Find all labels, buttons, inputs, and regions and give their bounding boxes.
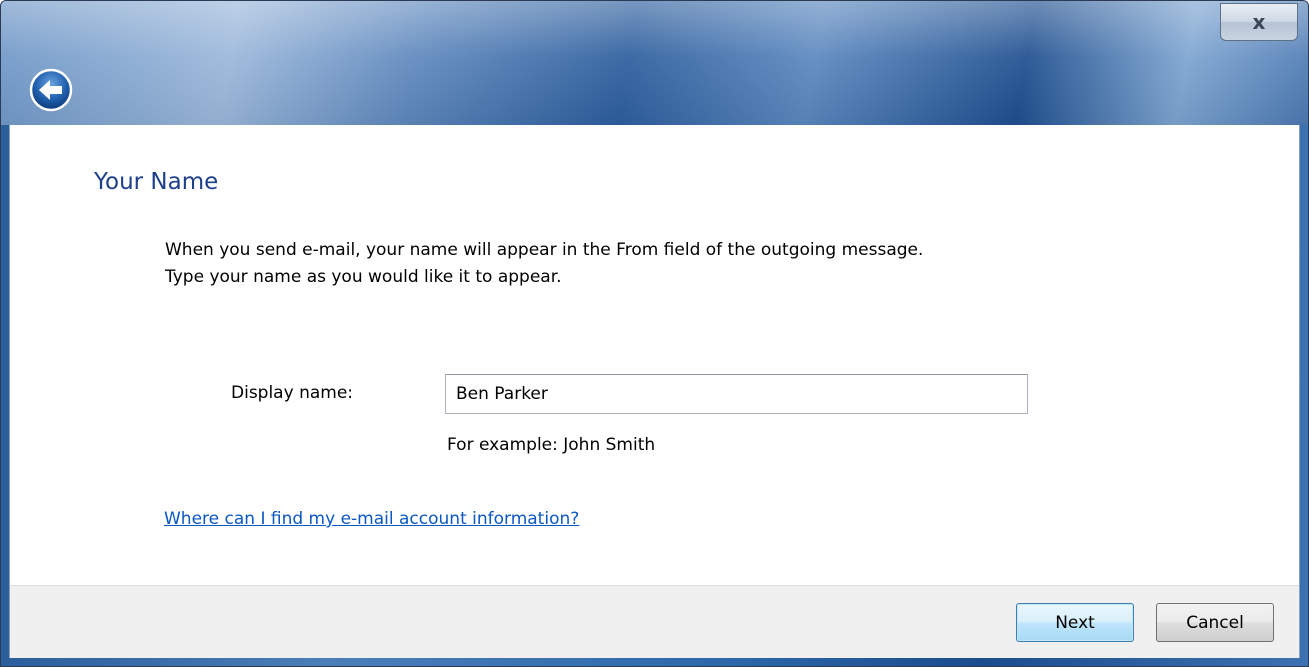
next-button[interactable]: Next: [1016, 603, 1134, 642]
account-info-help-link[interactable]: Where can I find my e-mail account infor…: [164, 509, 579, 529]
back-button[interactable]: [29, 68, 73, 112]
display-name-field[interactable]: [445, 374, 1028, 414]
cancel-button[interactable]: Cancel: [1156, 603, 1274, 642]
display-name-label: Display name:: [231, 383, 354, 403]
page-title: Your Name: [94, 169, 219, 195]
button-bar: Next Cancel: [10, 585, 1299, 658]
back-arrow-icon: [29, 68, 73, 112]
close-icon: x: [1252, 10, 1266, 34]
description-line-1: When you send e-mail, your name will app…: [165, 240, 924, 260]
description: When you send e-mail, your name will app…: [165, 237, 923, 291]
example-hint: For example: John Smith: [447, 435, 656, 455]
content-panel: Your Name When you send e-mail, your nam…: [9, 125, 1300, 658]
wizard-window: x Your Name When you send e-mail, your n…: [0, 0, 1309, 667]
close-button[interactable]: x: [1220, 3, 1298, 41]
title-bar: x: [1, 1, 1308, 125]
description-line-2: Type your name as you would like it to a…: [165, 267, 562, 287]
